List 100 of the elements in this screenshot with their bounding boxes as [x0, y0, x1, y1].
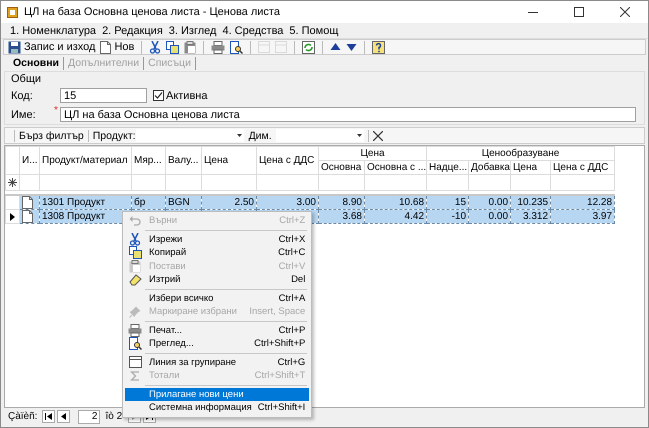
menu-item[interactable]: Изтрий Del — [125, 273, 310, 286]
menu-item[interactable]: 3. Изглед — [166, 24, 220, 36]
dropdown-caret-icon — [356, 134, 362, 137]
window-title: ЦЛ на база Основна ценова листа - Ценова листа — [24, 6, 280, 18]
table-cell: 0.00 — [468, 210, 511, 224]
quick-filter-button[interactable]: Бърз филтър — [19, 130, 84, 142]
record-label: Çàïèñ: — [8, 411, 38, 422]
new-row-cell[interactable] — [364, 174, 427, 190]
menu-item[interactable]: 4. Средства — [219, 24, 286, 36]
menu-item[interactable]: 1. Номенклатура — [7, 24, 100, 36]
preview-icon — [128, 337, 142, 350]
new-row-cell[interactable] — [550, 174, 615, 190]
column-header[interactable]: Мяр... — [132, 146, 166, 174]
table-cell: 8.90 — [318, 195, 364, 210]
table-cell: BGN — [166, 195, 202, 210]
menu-item[interactable]: Избери всичко Ctrl+A — [125, 292, 310, 305]
filter-label: Дим. — [248, 130, 272, 142]
new-row-cell[interactable] — [318, 174, 364, 190]
code-field[interactable]: 15 — [60, 88, 147, 103]
name-field[interactable]: ЦЛ на база Основна ценова листа — [60, 107, 636, 122]
menu-item[interactable]: 5. Помощ — [286, 24, 342, 36]
toolbar-button[interactable]: Запис и изход — [7, 40, 96, 54]
new-row-cell[interactable] — [132, 174, 166, 190]
menu-item[interactable]: Преглед... Ctrl+Shift+P — [125, 337, 310, 350]
app-icon — [7, 6, 18, 18]
group-title: Общи — [11, 72, 42, 86]
table-cell: 4.42 — [364, 210, 427, 224]
menu-item[interactable]: Печат... Ctrl+P — [125, 324, 310, 337]
column-group-header: Ценообразуване — [426, 146, 615, 160]
field-label: Код: — [11, 90, 34, 102]
table-cell: 0.00 — [468, 195, 511, 210]
table-cell: 10.68 — [364, 195, 427, 210]
column-header[interactable]: Надце... — [426, 160, 469, 174]
new-row-cell[interactable] — [468, 174, 511, 190]
toolbar-button[interactable] — [229, 40, 244, 54]
column-header[interactable]: Основна с ... — [364, 160, 427, 174]
new-row-cell[interactable] — [256, 174, 318, 190]
eraser-icon — [128, 274, 142, 286]
toolbar-button[interactable] — [165, 40, 180, 54]
required-mark: * — [54, 105, 59, 116]
tab[interactable]: Основни — [9, 57, 64, 70]
current-row-arrow-icon — [10, 212, 15, 220]
toolbar-button[interactable] — [301, 40, 316, 54]
new-row-cell[interactable] — [166, 174, 202, 190]
menu-item[interactable]: Системна информация Ctrl+Shift+I — [125, 401, 310, 414]
check-icon — [154, 91, 163, 100]
table-cell: 3.00 — [256, 195, 318, 210]
new-row-cell[interactable] — [202, 174, 256, 190]
table-cell: 1301 Продукт — [40, 195, 132, 210]
close-icon — [620, 7, 630, 17]
sigma-icon — [130, 370, 140, 381]
table-icon — [258, 41, 270, 53]
toolbar-button[interactable] — [371, 40, 386, 54]
scissors-icon — [129, 232, 141, 246]
new-row-cell[interactable] — [426, 174, 469, 190]
field-label: Име: — [11, 108, 37, 120]
panel-icon — [128, 356, 142, 368]
table-cell: 2.50 — [202, 195, 256, 210]
new-row-cell[interactable] — [510, 174, 551, 190]
menu-item[interactable]: Линия за групиране Ctrl+G — [125, 356, 310, 369]
close-icon — [372, 130, 383, 140]
product-dropdown[interactable] — [136, 129, 244, 142]
column-header[interactable]: Цена — [202, 146, 256, 174]
column-header[interactable]: Основна — [318, 160, 364, 174]
previous-record-button[interactable] — [57, 410, 70, 423]
record-total: îò 2 — [105, 411, 122, 422]
record-number-field[interactable]: 2 — [78, 410, 100, 424]
column-header[interactable]: Продукт/материал — [40, 146, 132, 174]
dimension-dropdown[interactable] — [276, 129, 364, 142]
table-cell: 15 — [426, 195, 469, 210]
up-arrow-icon — [330, 42, 342, 52]
table-cell: 12.28 — [550, 195, 615, 210]
menu-item[interactable]: 2. Редакция — [99, 24, 166, 36]
menu-item[interactable]: Копирай Ctrl+C — [125, 246, 310, 260]
toolbar-button[interactable]: Нов — [99, 40, 136, 54]
column-header[interactable]: Цена с ДДС — [550, 160, 615, 174]
column-header[interactable]: Цена с ДДС — [256, 146, 318, 174]
menu-item[interactable]: Изрежи Ctrl+X — [125, 232, 310, 246]
column-header[interactable]: Цена — [510, 160, 551, 174]
down-arrow-icon — [346, 42, 358, 52]
maximize-icon — [574, 7, 584, 17]
table-icon — [275, 41, 288, 53]
clear-filter-button[interactable] — [372, 130, 383, 140]
column-header[interactable]: И... — [20, 146, 40, 174]
table-cell: -10 — [426, 210, 469, 224]
copy-icon — [128, 246, 142, 260]
document-icon — [22, 210, 33, 222]
table-cell: 10.235 — [510, 195, 551, 210]
menu-item[interactable]: Прилагане нови цени — [125, 388, 310, 401]
first-record-button[interactable] — [42, 410, 56, 423]
table-cell: 3.312 — [510, 210, 551, 224]
previous-icon — [61, 413, 66, 420]
new-row-cell[interactable] — [20, 174, 40, 190]
toolbar-button[interactable] — [148, 40, 162, 54]
checkbox[interactable] — [153, 90, 164, 101]
column-header[interactable]: Валу... — [166, 146, 202, 174]
undo-icon — [129, 215, 141, 226]
new-row-cell[interactable] — [40, 174, 132, 190]
dropdown-caret-icon — [236, 134, 242, 137]
toolbar-button[interactable] — [210, 40, 226, 54]
